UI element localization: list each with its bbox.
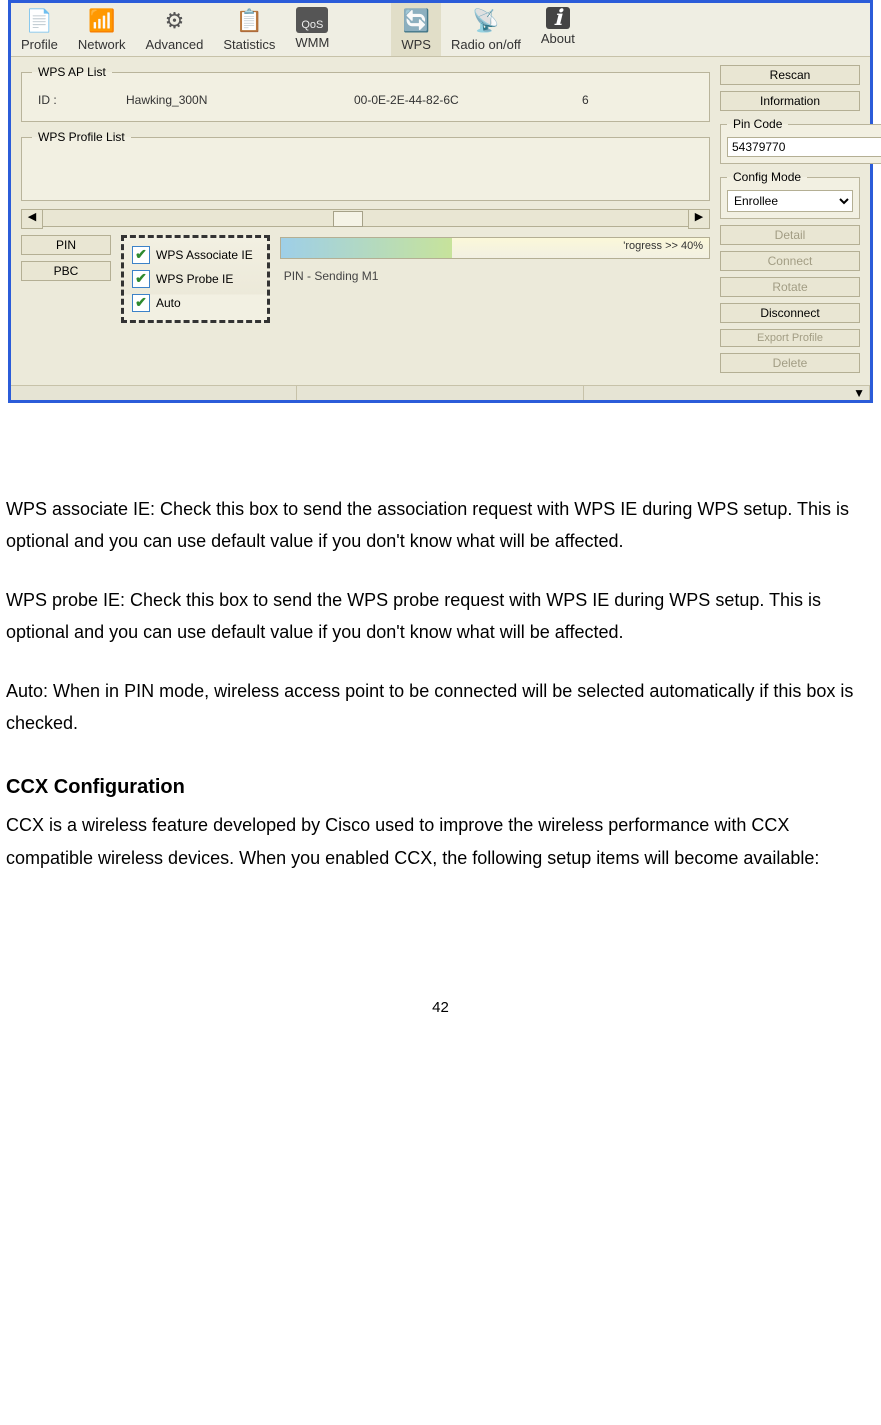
main-panel: WPS AP List ID : Hawking_300N 00-0E-2E-4… <box>21 65 710 373</box>
profile-icon: 📄 <box>21 7 58 35</box>
paragraph-ccx: CCX is a wireless feature developed by C… <box>6 809 875 874</box>
rescan-button[interactable]: Rescan <box>720 65 860 85</box>
tab-wps-label: WPS <box>401 35 431 52</box>
scroll-left-arrow[interactable]: ◀ <box>21 209 43 229</box>
wps-associate-ie-label: WPS Associate IE <box>156 248 253 262</box>
progress-area: 'rogress >> 40% PIN - Sending M1 <box>280 235 710 323</box>
tab-profile-label: Profile <box>21 35 58 52</box>
progress-text: 'rogress >> 40% <box>623 240 703 252</box>
wps-options-group: ✔ WPS Associate IE ✔ WPS Probe IE ✔ Auto <box>121 235 270 323</box>
config-mode-select[interactable]: Enrollee <box>727 190 853 212</box>
tab-wmm-label: WMM <box>295 33 329 50</box>
wps-probe-ie-row: ✔ WPS Probe IE <box>132 270 253 288</box>
horizontal-scrollbar[interactable]: ◀ ▶ <box>21 209 710 227</box>
side-panel: Rescan Information Pin Code Renew Config… <box>720 65 860 373</box>
ap-id-label: ID : <box>38 93 98 107</box>
auto-checkbox[interactable]: ✔ <box>132 294 150 312</box>
ap-channel: 6 <box>582 93 642 107</box>
progress-bar: 'rogress >> 40% <box>280 237 710 259</box>
disconnect-button[interactable]: Disconnect <box>720 303 860 323</box>
tab-about-label: About <box>541 29 575 46</box>
auto-row: ✔ Auto <box>132 294 253 312</box>
statusbar-drop-arrow[interactable]: ▼ <box>584 386 870 400</box>
tab-radio-label: Radio on/off <box>451 35 521 52</box>
wps-profile-list-group: WPS Profile List <box>21 130 710 201</box>
bottom-row: PIN PBC ✔ WPS Associate IE ✔ WPS Probe I… <box>21 235 710 323</box>
tab-radio[interactable]: 📡 Radio on/off <box>441 3 531 56</box>
tab-profile[interactable]: 📄 Profile <box>11 3 68 56</box>
pin-code-input[interactable] <box>727 137 881 157</box>
pin-code-legend: Pin Code <box>727 117 788 131</box>
connect-button[interactable]: Connect <box>720 251 860 271</box>
pbc-button[interactable]: PBC <box>21 261 111 281</box>
status-bar: ▼ <box>11 385 870 400</box>
tab-about[interactable]: ℹ About <box>531 3 585 56</box>
delete-button[interactable]: Delete <box>720 353 860 373</box>
tab-wmm[interactable]: QoS WMM <box>285 3 339 56</box>
export-profile-button[interactable]: Export Profile <box>720 329 860 347</box>
scroll-thumb[interactable] <box>333 211 363 227</box>
heading-ccx-configuration: CCX Configuration <box>6 769 875 805</box>
ap-ssid: Hawking_300N <box>126 93 326 107</box>
network-icon: 📶 <box>78 7 126 35</box>
scroll-track[interactable] <box>43 209 688 227</box>
advanced-icon: ⚙ <box>146 7 204 35</box>
detail-button[interactable]: Detail <box>720 225 860 245</box>
tab-advanced-label: Advanced <box>146 35 204 52</box>
tab-statistics-label: Statistics <box>223 35 275 52</box>
rotate-button[interactable]: Rotate <box>720 277 860 297</box>
wps-associate-ie-row: ✔ WPS Associate IE <box>132 246 253 264</box>
progress-fill <box>281 238 452 258</box>
scroll-right-arrow[interactable]: ▶ <box>688 209 710 229</box>
paragraph-auto: Auto: When in PIN mode, wireless access … <box>6 675 875 740</box>
wps-profile-list-legend: WPS Profile List <box>32 130 131 144</box>
wps-ap-list-group: WPS AP List ID : Hawking_300N 00-0E-2E-4… <box>21 65 710 122</box>
paragraph-wps-associate-ie: WPS associate IE: Check this box to send… <box>6 493 875 558</box>
tab-statistics[interactable]: 📋 Statistics <box>213 3 285 56</box>
wps-ap-list-legend: WPS AP List <box>32 65 112 79</box>
pin-code-group: Pin Code Renew <box>720 117 881 164</box>
tab-network-label: Network <box>78 35 126 52</box>
status-text: PIN - Sending M1 <box>280 269 710 283</box>
pin-button[interactable]: PIN <box>21 235 111 255</box>
tab-bar: 📄 Profile 📶 Network ⚙ Advanced 📋 Statist… <box>11 3 870 57</box>
content-area: WPS AP List ID : Hawking_300N 00-0E-2E-4… <box>11 57 870 385</box>
paragraph-wps-probe-ie: WPS probe IE: Check this box to send the… <box>6 584 875 649</box>
config-mode-legend: Config Mode <box>727 170 807 184</box>
about-icon: ℹ <box>546 7 570 29</box>
wps-probe-ie-checkbox[interactable]: ✔ <box>132 270 150 288</box>
ap-mac: 00-0E-2E-44-82-6C <box>354 93 554 107</box>
pin-pbc-buttons: PIN PBC <box>21 235 111 323</box>
config-mode-group: Config Mode Enrollee <box>720 170 860 219</box>
ap-list-row[interactable]: ID : Hawking_300N 00-0E-2E-44-82-6C 6 <box>32 89 699 111</box>
auto-label: Auto <box>156 296 181 310</box>
wps-config-window: 📄 Profile 📶 Network ⚙ Advanced 📋 Statist… <box>8 0 873 403</box>
statistics-icon: 📋 <box>223 7 275 35</box>
tab-wps[interactable]: 🔄 WPS <box>391 3 441 56</box>
document-body: WPS associate IE: Check this box to send… <box>0 433 881 1021</box>
information-button[interactable]: Information <box>720 91 860 111</box>
wmm-icon: QoS <box>296 7 328 33</box>
profile-list-empty <box>32 154 699 190</box>
tab-network[interactable]: 📶 Network <box>68 3 136 56</box>
wps-probe-ie-label: WPS Probe IE <box>156 272 233 286</box>
wps-associate-ie-checkbox[interactable]: ✔ <box>132 246 150 264</box>
radio-icon: 📡 <box>451 7 521 35</box>
page-number: 42 <box>6 994 875 1021</box>
wps-icon: 🔄 <box>401 7 431 35</box>
tab-advanced[interactable]: ⚙ Advanced <box>136 3 214 56</box>
